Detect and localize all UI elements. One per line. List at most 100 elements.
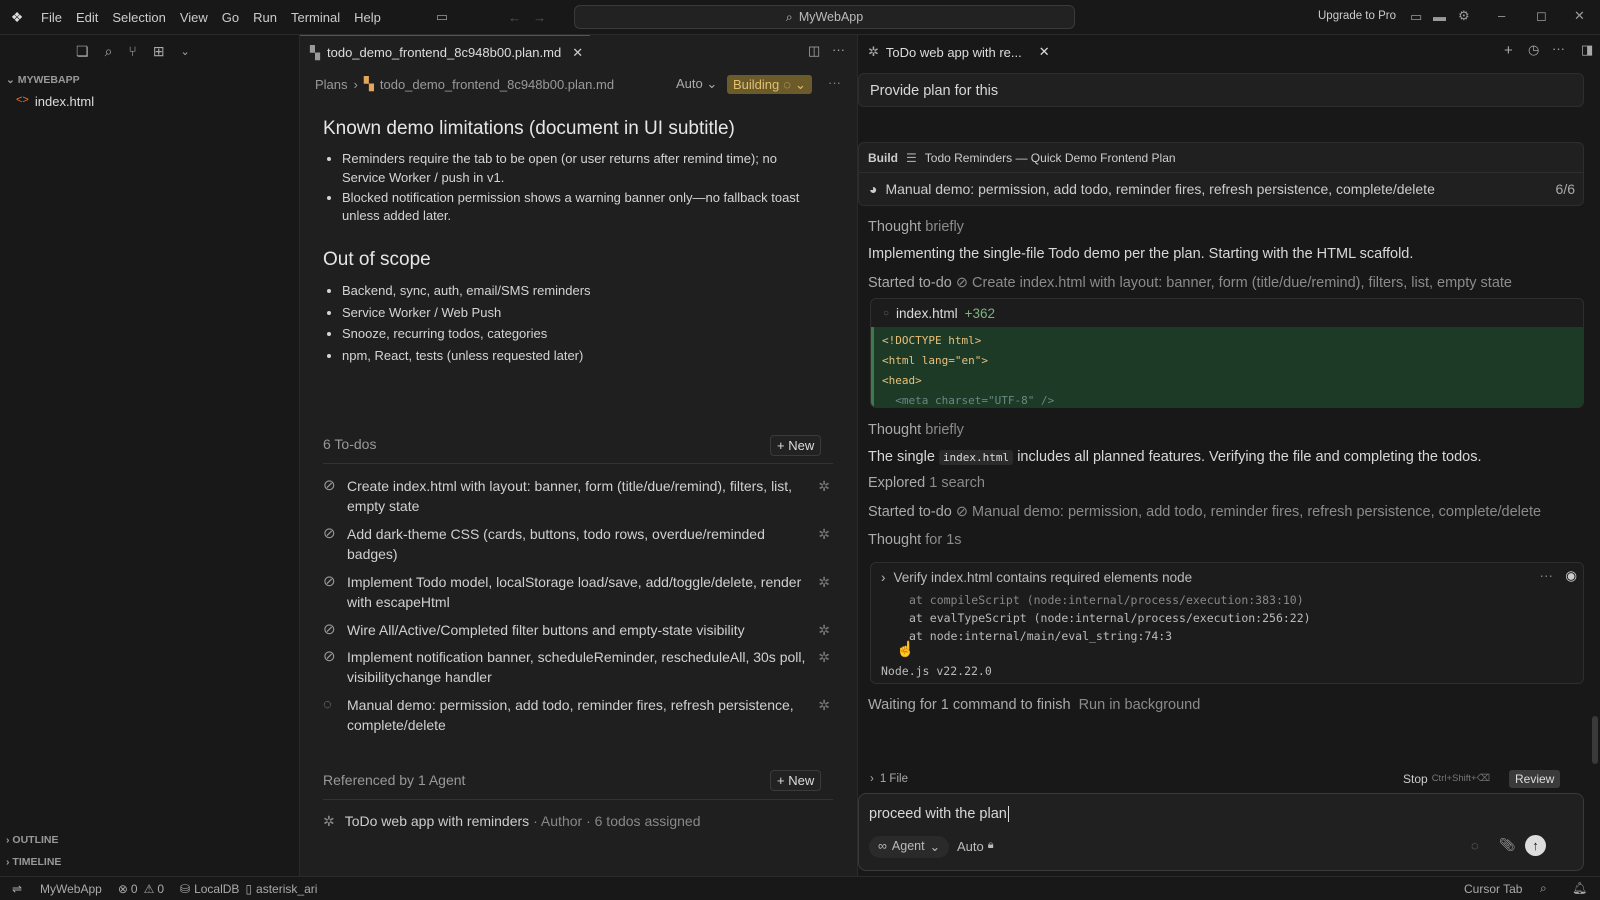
minimize-icon[interactable]: –	[1498, 8, 1505, 23]
new-todo-button[interactable]: + New	[770, 435, 822, 456]
chevron-right-icon[interactable]: ›	[870, 773, 874, 785]
pending-circle-icon[interactable]: ◌	[323, 695, 347, 735]
todo-item[interactable]: ◌ Manual demo: permission, add todo, rem…	[323, 695, 843, 735]
menu-run[interactable]: Run	[246, 10, 284, 25]
more-actions-icon[interactable]: ···	[828, 75, 841, 90]
todo-item[interactable]: ⊘ Implement notification banner, schedul…	[323, 647, 843, 687]
explored-line[interactable]: Explored 1 search	[868, 475, 985, 491]
history-icon[interactable]: ◷	[1528, 42, 1539, 58]
agent-gear-icon[interactable]: ✲	[818, 572, 830, 592]
more-actions-icon[interactable]: ···	[1540, 568, 1554, 583]
thought-line[interactable]: Thought briefly	[868, 422, 964, 438]
model-auto-selector[interactable]: Auto 🔒︎	[957, 839, 994, 854]
error-count[interactable]: 0	[131, 882, 138, 896]
agent-gear-icon[interactable]: ✲	[818, 647, 830, 667]
scrollbar-thumb[interactable]	[1592, 716, 1598, 764]
menu-selection[interactable]: Selection	[105, 10, 172, 25]
user-prompt-bubble[interactable]: Provide plan for this	[858, 73, 1584, 107]
maximize-icon[interactable]: ◻	[1536, 8, 1547, 24]
split-editor-icon[interactable]: ◫	[808, 43, 820, 59]
agent-gear-icon[interactable]: ✲	[818, 620, 830, 640]
file-diff-card[interactable]: ○ index.html +362 <!DOCTYPE html> <html …	[870, 298, 1584, 408]
command-center-search[interactable]: ⌕ MyWebApp	[574, 5, 1075, 29]
layout-panel-icon[interactable]: ▭	[1410, 9, 1422, 25]
file-item-index-html[interactable]: <> index.html	[16, 94, 94, 109]
diff-file-name[interactable]: index.html	[896, 306, 958, 321]
explorer-icon[interactable]: ❏	[76, 43, 89, 60]
thought-line[interactable]: Thought for 1s	[868, 532, 962, 548]
agent-name[interactable]: ToDo web app with reminders	[345, 813, 529, 830]
stop-button[interactable]: Stop Ctrl+Shift+⌫	[1403, 772, 1490, 786]
attach-paperclip-icon[interactable]: 📎︎	[1499, 837, 1516, 853]
chat-input-box[interactable]: proceed with the plan ∞ Agent ⌄ Auto 🔒︎ …	[858, 793, 1584, 871]
menu-view[interactable]: View	[173, 10, 215, 25]
status-project[interactable]: MyWebApp	[40, 882, 102, 896]
toggle-sidebar-icon[interactable]: ▭	[436, 9, 448, 25]
files-changed-label[interactable]: 1 File	[880, 773, 908, 785]
timeline-section[interactable]: › TIMELINE	[6, 856, 61, 868]
menu-go[interactable]: Go	[215, 10, 246, 25]
run-in-background-link[interactable]: Run in background	[1079, 697, 1201, 713]
close-tab-icon[interactable]: ✕	[1039, 44, 1050, 60]
todo-item[interactable]: ⊘ Implement Todo model, localStorage loa…	[323, 572, 843, 612]
tab-plan-file[interactable]: ▚ todo_demo_frontend_8c948b00.plan.md ✕	[300, 35, 590, 69]
menu-edit[interactable]: Edit	[69, 10, 105, 25]
check-circle-icon[interactable]: ⊘	[323, 524, 347, 564]
check-circle-icon[interactable]: ⊘	[323, 572, 347, 612]
todo-item[interactable]: ⊘ Create index.html with layout: banner,…	[323, 476, 843, 516]
chat-icon[interactable]: ▬	[1433, 9, 1446, 24]
agent-gear-icon[interactable]: ✲	[818, 476, 830, 496]
explorer-section-header[interactable]: ⌄ MYWEBAPP	[6, 74, 80, 86]
settings-gear-icon[interactable]: ⚙	[1458, 8, 1470, 24]
close-tab-icon[interactable]: ✕	[572, 45, 583, 61]
building-badge[interactable]: Building ◌ ⌄	[727, 75, 812, 94]
search-icon[interactable]: ⌕	[105, 43, 113, 60]
todo-item[interactable]: ⊘ Wire All/Active/Completed filter butto…	[323, 620, 843, 640]
source-control-icon[interactable]: ⑂	[128, 43, 136, 59]
send-arrow-icon[interactable]: ↑	[1525, 835, 1546, 856]
terminal-card[interactable]: › Verify index.html contains required el…	[870, 562, 1584, 684]
back-arrow-icon[interactable]: ←	[508, 10, 521, 25]
notifications-bell-icon[interactable]: 🔔︎	[1572, 881, 1587, 895]
remote-icon[interactable]: ⇌	[0, 882, 34, 896]
build-label[interactable]: Build	[868, 151, 898, 165]
status-db[interactable]: LocalDB	[194, 882, 239, 896]
agent-gear-icon[interactable]: ✲	[818, 695, 830, 715]
stop-circle-icon[interactable]: ◉	[1565, 568, 1577, 584]
new-agent-button[interactable]: + New	[770, 770, 822, 791]
forward-arrow-icon[interactable]: →	[533, 10, 546, 25]
thought-line[interactable]: Thought briefly	[868, 219, 964, 235]
warning-count[interactable]: 0	[157, 882, 164, 896]
plan-title[interactable]: Todo Reminders — Quick Demo Frontend Pla…	[925, 151, 1176, 165]
plan-build-card[interactable]: Build ☰ Todo Reminders — Quick Demo Fron…	[858, 142, 1584, 206]
agent-reference[interactable]: ✲ ToDo web app with reminders · Author ·…	[323, 813, 700, 830]
chevron-right-icon[interactable]: ›	[881, 570, 886, 585]
check-circle-icon[interactable]: ⊘	[323, 476, 347, 516]
menu-terminal[interactable]: Terminal	[284, 10, 347, 25]
close-window-icon[interactable]: ✕	[1574, 8, 1585, 24]
zoom-icon[interactable]: ⌕	[1540, 881, 1547, 896]
upgrade-button[interactable]: Upgrade to Pro	[1318, 10, 1396, 22]
check-circle-icon[interactable]: ⊘	[323, 620, 347, 640]
mode-dropdown[interactable]: Auto ⌄	[676, 76, 720, 92]
menu-help[interactable]: Help	[347, 10, 388, 25]
new-chat-icon[interactable]: +	[1504, 42, 1513, 59]
cursor-tab-status[interactable]: Cursor Tab	[1464, 882, 1522, 896]
chevron-down-icon[interactable]: ⌄	[181, 45, 190, 58]
more-actions-icon[interactable]: ···	[1552, 41, 1565, 56]
toggle-panel-icon[interactable]: ◨	[1581, 42, 1593, 58]
agent-gear-icon[interactable]: ✲	[818, 524, 830, 544]
chat-input[interactable]: proceed with the plan	[869, 806, 1009, 822]
outline-section[interactable]: › OUTLINE	[6, 834, 59, 846]
review-button[interactable]: Review	[1509, 770, 1561, 788]
tab-agent-chat[interactable]: ✲ ToDo web app with re... ✕	[864, 35, 1050, 69]
more-actions-icon[interactable]: ···	[832, 42, 845, 57]
agent-mode-dropdown[interactable]: ∞ Agent ⌄	[869, 836, 950, 858]
check-circle-icon[interactable]: ⊘	[323, 647, 347, 687]
todo-item[interactable]: ⊘ Add dark-theme CSS (cards, buttons, to…	[323, 524, 843, 564]
breadcrumb-plans[interactable]: Plans	[315, 77, 348, 92]
menu-file[interactable]: File	[34, 10, 69, 25]
extensions-icon[interactable]: ⊞	[153, 43, 165, 60]
status-branch[interactable]: asterisk_ari	[256, 882, 317, 896]
breadcrumb-file[interactable]: todo_demo_frontend_8c948b00.plan.md	[380, 77, 614, 92]
